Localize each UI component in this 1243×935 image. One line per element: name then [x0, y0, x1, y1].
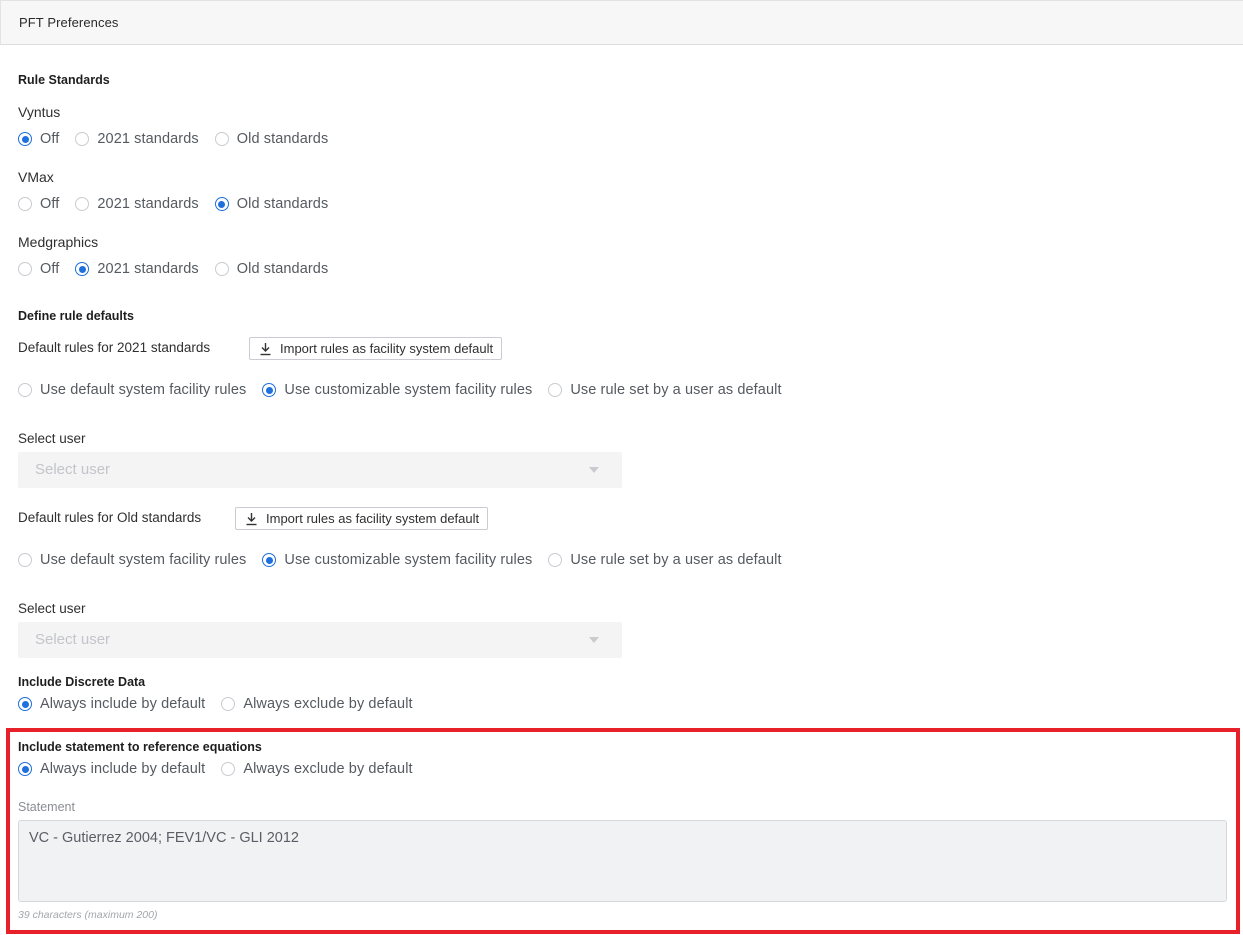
- radio-circle[interactable]: [18, 697, 32, 711]
- radio-label: Off: [40, 261, 60, 277]
- use-customizable-system-rules-radio[interactable]: Use customizable system facility rules: [262, 552, 532, 568]
- always-include-radio[interactable]: Always include by default: [18, 761, 205, 777]
- radio-label: Off: [40, 196, 60, 212]
- page-title: PFT Preferences: [19, 15, 119, 30]
- reference-statement-title: Include statement to reference equations: [18, 740, 262, 754]
- radio-label: Use default system facility rules: [40, 382, 247, 398]
- radio-circle[interactable]: [18, 383, 32, 397]
- vmax-2021-radio[interactable]: 2021 standards: [75, 196, 199, 212]
- download-icon: [246, 512, 257, 525]
- import-rules-2021-button[interactable]: Import rules as facility system default: [249, 337, 503, 360]
- chevron-down-icon: [589, 637, 599, 643]
- select-user-label: Select user: [18, 601, 86, 616]
- medgraphics-old-radio[interactable]: Old standards: [214, 261, 329, 277]
- chevron-down-icon: [589, 467, 599, 473]
- select-user-label: Select user: [18, 431, 86, 446]
- vyntus-2021-radio[interactable]: 2021 standards: [75, 131, 199, 147]
- default-rules-old-label: Default rules for Old standards: [18, 510, 202, 525]
- radio-label: Always include by default: [40, 761, 206, 777]
- vyntus-label: Vyntus: [18, 104, 61, 120]
- page-header: PFT Preferences: [0, 0, 1243, 45]
- radio-label: Old standards: [236, 131, 329, 147]
- discrete-data-radio-group: Always include by default Always exclude…: [18, 696, 429, 712]
- radio-label: Old standards: [236, 196, 329, 212]
- radio-circle[interactable]: [262, 383, 277, 397]
- medgraphics-off-radio[interactable]: Off: [18, 261, 59, 277]
- radio-circle[interactable]: [221, 697, 236, 711]
- radio-label: Always exclude by default: [243, 696, 413, 712]
- always-exclude-radio[interactable]: Always exclude by default: [221, 761, 413, 777]
- radio-circle[interactable]: [214, 197, 229, 211]
- define-rule-defaults-title: Define rule defaults: [18, 309, 134, 323]
- radio-circle[interactable]: [262, 553, 277, 567]
- default-rules-2021-label: Default rules for 2021 standards: [18, 340, 211, 355]
- vyntus-old-radio[interactable]: Old standards: [214, 131, 329, 147]
- use-default-system-rules-radio[interactable]: Use default system facility rules: [18, 552, 246, 568]
- radio-circle[interactable]: [214, 262, 229, 276]
- radio-label: 2021 standards: [97, 131, 199, 147]
- radio-label: Always include by default: [40, 696, 206, 712]
- select-user-dropdown[interactable]: Select user: [18, 452, 622, 488]
- import-button-label: Import rules as facility system default: [280, 341, 494, 356]
- radio-label: 2021 standards: [97, 196, 199, 212]
- radio-circle[interactable]: [18, 762, 32, 776]
- statement-label: Statement: [18, 800, 75, 814]
- select-user-placeholder: Select user: [35, 461, 111, 478]
- radio-circle[interactable]: [18, 197, 32, 211]
- medgraphics-label: Medgraphics: [18, 234, 99, 250]
- rule-standards-title: Rule Standards: [18, 73, 110, 87]
- use-user-rule-set-radio[interactable]: Use rule set by a user as default: [548, 382, 781, 398]
- import-button-label: Import rules as facility system default: [266, 511, 480, 526]
- vmax-radio-group: Off 2021 standards Old standards: [18, 196, 344, 212]
- use-user-rule-set-radio[interactable]: Use rule set by a user as default: [548, 552, 781, 568]
- vmax-old-radio[interactable]: Old standards: [214, 196, 329, 212]
- use-default-system-rules-radio[interactable]: Use default system facility rules: [18, 382, 246, 398]
- character-count: 39 characters (maximum 200): [18, 909, 158, 921]
- statement-value: VC - Gutierrez 2004; FEV1/VC - GLI 2012: [29, 830, 299, 846]
- vyntus-radio-group: Off 2021 standards Old standards: [18, 131, 344, 147]
- select-user-placeholder: Select user: [35, 631, 111, 648]
- radio-circle[interactable]: [18, 262, 32, 276]
- radio-label: Use rule set by a user as default: [570, 552, 782, 568]
- statement-textarea[interactable]: VC - Gutierrez 2004; FEV1/VC - GLI 2012: [18, 820, 1227, 902]
- radio-circle[interactable]: [18, 132, 32, 146]
- always-include-radio[interactable]: Always include by default: [18, 696, 205, 712]
- radio-label: Old standards: [236, 261, 329, 277]
- radio-circle[interactable]: [548, 383, 563, 397]
- use-customizable-system-rules-radio[interactable]: Use customizable system facility rules: [262, 382, 532, 398]
- select-user-dropdown[interactable]: Select user: [18, 622, 622, 658]
- medgraphics-radio-group: Off 2021 standards Old standards: [18, 261, 344, 277]
- rules-old-radio-group: Use default system facility rules Use cu…: [18, 552, 798, 568]
- vmax-off-radio[interactable]: Off: [18, 196, 59, 212]
- vmax-label: VMax: [18, 169, 54, 185]
- radio-circle[interactable]: [548, 553, 563, 567]
- import-rules-old-button[interactable]: Import rules as facility system default: [235, 507, 489, 530]
- radio-circle[interactable]: [75, 197, 90, 211]
- radio-circle[interactable]: [75, 132, 90, 146]
- discrete-data-title: Include Discrete Data: [18, 675, 146, 689]
- radio-label: 2021 standards: [97, 261, 199, 277]
- radio-circle[interactable]: [75, 262, 90, 276]
- always-exclude-radio[interactable]: Always exclude by default: [221, 696, 413, 712]
- rules-2021-radio-group: Use default system facility rules Use cu…: [18, 382, 798, 398]
- radio-label: Use default system facility rules: [40, 552, 247, 568]
- reference-statement-radio-group: Always include by default Always exclude…: [18, 761, 429, 777]
- radio-circle[interactable]: [221, 762, 236, 776]
- radio-label: Use customizable system facility rules: [284, 552, 533, 568]
- radio-label: Always exclude by default: [243, 761, 413, 777]
- download-icon: [260, 342, 271, 355]
- radio-label: Use rule set by a user as default: [570, 382, 782, 398]
- radio-circle[interactable]: [18, 553, 32, 567]
- vyntus-off-radio[interactable]: Off: [18, 131, 59, 147]
- radio-label: Use customizable system facility rules: [284, 382, 533, 398]
- radio-circle[interactable]: [214, 132, 229, 146]
- radio-label: Off: [40, 131, 60, 147]
- medgraphics-2021-radio[interactable]: 2021 standards: [75, 261, 199, 277]
